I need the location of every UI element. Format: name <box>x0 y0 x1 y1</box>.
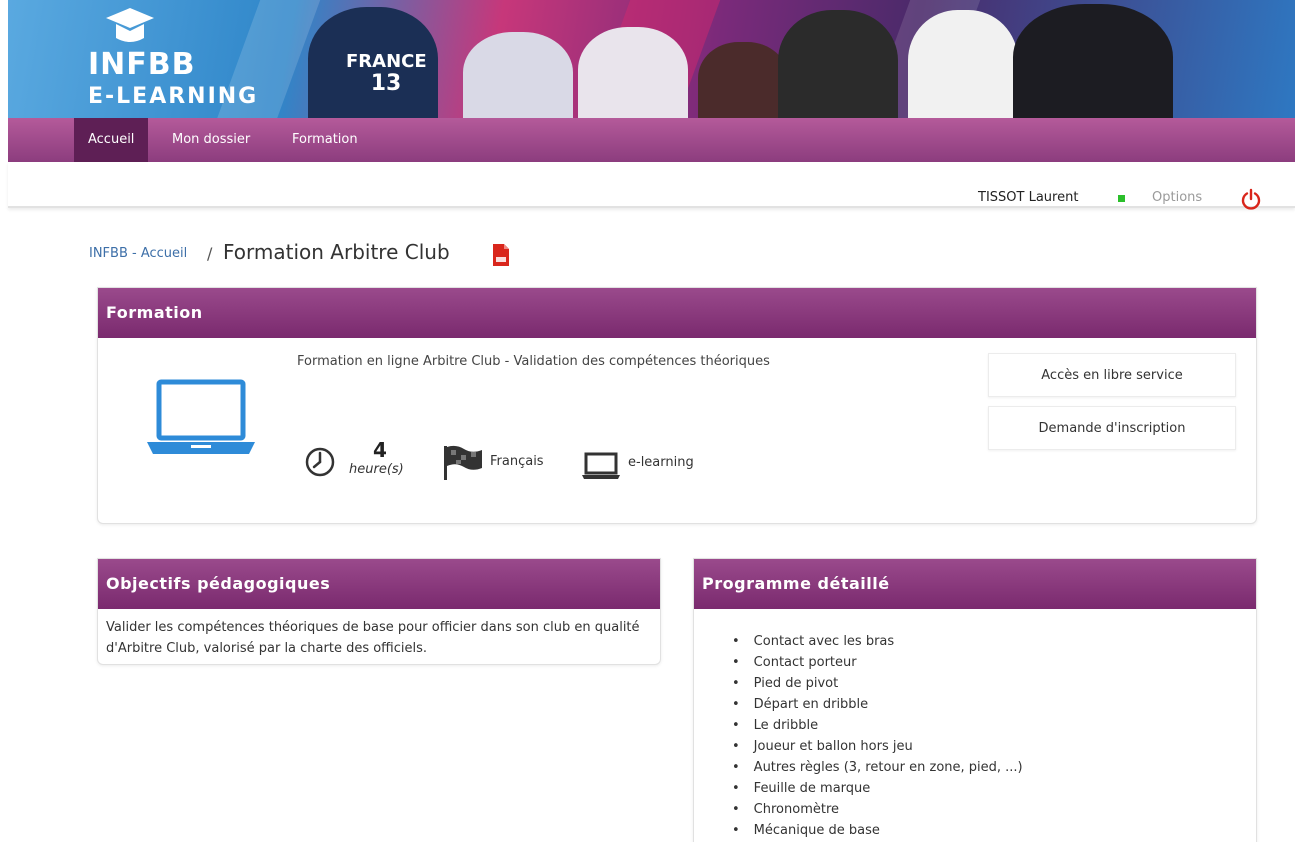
banner-player-photo <box>778 10 898 122</box>
jersey-text: FRANCE 13 <box>346 51 427 96</box>
jersey-number: 13 <box>370 70 402 96</box>
user-name[interactable]: TISSOT Laurent <box>978 190 1078 205</box>
list-item: Le dribble <box>732 715 1023 736</box>
banner-speaker-photo <box>1013 4 1173 122</box>
power-icon[interactable] <box>1240 188 1262 210</box>
libre-service-button[interactable]: Accès en libre service <box>988 353 1236 397</box>
list-item: Mécanique de base <box>732 820 1023 841</box>
objectifs-panel-heading: Objectifs pédagogiques <box>98 559 660 609</box>
nav-item-accueil[interactable]: Accueil <box>74 118 149 162</box>
breadcrumb-home-link[interactable]: INFBB - Accueil <box>89 246 187 261</box>
programme-list: Contact avec les bras Contact porteur Pi… <box>732 631 1023 841</box>
list-item: Contact avec les bras <box>732 631 1023 652</box>
list-item: Chronomètre <box>732 799 1023 820</box>
graduation-cap-icon <box>106 8 154 42</box>
main-nav: Accueil Mon dossier Formation <box>8 118 1295 162</box>
programme-panel-heading: Programme détaillé <box>694 559 1256 609</box>
list-item: Autres règles (3, retour en zone, pied, … <box>732 757 1023 778</box>
formation-panel-heading: Formation <box>98 288 1256 338</box>
page-title: Formation Arbitre Club <box>223 240 450 264</box>
list-item: Pied de pivot <box>732 673 1023 694</box>
jersey-country: FRANCE <box>346 51 427 72</box>
inscription-request-button[interactable]: Demande d'inscription <box>988 406 1236 450</box>
course-description: Formation en ligne Arbitre Club - Valida… <box>297 354 770 369</box>
laptop-small-icon <box>582 452 620 479</box>
list-item: Contact porteur <box>732 652 1023 673</box>
banner-player-photo <box>698 42 788 122</box>
list-item: Feuille de marque <box>732 778 1023 799</box>
list-item: Départ en dribble <box>732 694 1023 715</box>
logo-title[interactable]: INFBB <box>88 50 196 80</box>
programme-panel: Programme détaillé Contact avec les bras… <box>693 558 1257 842</box>
laptop-icon <box>147 379 255 454</box>
objectifs-text: Valider les compétences théoriques de ba… <box>106 620 640 656</box>
user-bar: TISSOT Laurent Options <box>8 162 1295 210</box>
objectifs-panel: Objectifs pédagogiques Valider les compé… <box>97 558 661 665</box>
nav-item-mon-dossier[interactable]: Mon dossier <box>158 118 264 162</box>
clock-icon <box>305 447 335 477</box>
modality-label: e-learning <box>628 455 694 470</box>
duration-unit: heure(s) <box>349 462 404 477</box>
formation-panel: Formation Formation en ligne Arbitre Clu… <box>97 287 1257 524</box>
online-status-indicator <box>1118 195 1125 202</box>
language-label: Français <box>490 454 544 469</box>
options-link[interactable]: Options <box>1152 190 1202 205</box>
banner-player-photo <box>463 32 573 122</box>
banner-player-photo <box>578 27 688 122</box>
banner-player-photo <box>908 10 1018 122</box>
nav-item-formation[interactable]: Formation <box>278 118 372 162</box>
list-item: Joueur et ballon hors jeu <box>732 736 1023 757</box>
breadcrumb-separator: / <box>207 244 213 263</box>
flag-icon <box>444 445 482 480</box>
logo-subtitle[interactable]: E-LEARNING <box>88 86 258 108</box>
duration-value: 4 <box>373 438 387 462</box>
pdf-icon[interactable] <box>491 243 511 267</box>
